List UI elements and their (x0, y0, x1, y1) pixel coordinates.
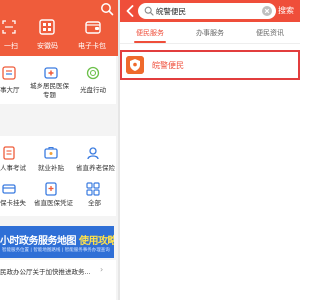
grid-label-medical-voucher: 省直医保凭证 (34, 199, 73, 207)
clear-icon[interactable] (262, 6, 272, 16)
search-result-item[interactable]: 皖警便民 (120, 50, 300, 80)
service-map-banner[interactable]: 小时政务服务地图 使用攻略 智能服务位置 | 智能地图路线 | 智能服务事务办理查… (0, 226, 114, 258)
subsidy-icon[interactable] (44, 146, 58, 160)
search-icon (144, 6, 154, 16)
plate-icon[interactable] (86, 66, 100, 80)
wallet-icon[interactable] (84, 18, 102, 36)
chevron-right-icon: › (100, 265, 104, 274)
police-badge-icon (126, 56, 144, 74)
active-tab-indicator (134, 41, 166, 43)
all-services-icon[interactable] (86, 182, 100, 196)
search-screen: 搜索 便民服务 办事服务 便民资讯 皖警便民 (120, 0, 300, 300)
tab-convenience-services[interactable]: 便民服务 (120, 28, 180, 38)
search-input[interactable] (156, 4, 256, 18)
grid-label-plate: 光盘行动 (80, 86, 106, 94)
card-loss-icon[interactable] (2, 182, 16, 196)
tab-convenience-news[interactable]: 便民资讯 (240, 28, 300, 38)
grid-label-card-loss: 保卡挂失 (0, 199, 26, 207)
banner-subtitle: 智能服务位置 | 智能地图路线 | 智能服务事务办理查询 (2, 248, 110, 253)
search-header: 搜索 (120, 0, 300, 22)
result-tabs: 便民服务 办事服务 便民资讯 (120, 22, 300, 44)
home-header: 一扫 安徽码 电子卡包 (0, 0, 118, 56)
exam-icon[interactable] (2, 146, 16, 160)
scan-label: 一扫 (4, 42, 18, 50)
banner-title: 小时政务服务地图 使用攻略 (0, 232, 114, 247)
back-arrow-icon[interactable] (124, 4, 136, 18)
medical-insurance-icon[interactable] (44, 66, 58, 80)
grid-label-pension: 省直养老保险 (76, 164, 115, 172)
grid-label-all: 全部 (88, 199, 101, 207)
service-grid-bottom: 人事考试 就业补贴 省直养老保险 保卡挂失 省直医保凭证 全部 (0, 136, 116, 216)
grid-label-medical: 城乡居民医保 专题 (30, 82, 69, 99)
search-result-label: 皖警便民 (152, 61, 184, 70)
anhui-code-icon[interactable] (38, 18, 56, 36)
grid-label-exam: 人事考试 (0, 164, 26, 172)
service-grid-top: 事大厅 城乡居民医保 专题 光盘行动 (0, 56, 116, 104)
search-icon[interactable] (100, 2, 114, 16)
search-box[interactable] (138, 3, 276, 19)
banner-title-part-2: 政务服务地图 (19, 236, 77, 247)
news-text: 民政办公厅关于加快推进政务... (0, 268, 91, 276)
grid-label-hall: 事大厅 (0, 86, 20, 94)
tab-affairs-services[interactable]: 办事服务 (180, 28, 240, 38)
medical-voucher-icon[interactable] (44, 182, 58, 196)
hall-icon[interactable] (2, 66, 16, 80)
anhui-code-label: 安徽码 (37, 42, 58, 50)
scan-icon[interactable] (2, 20, 16, 34)
banner-title-part-3: 使用攻略 (79, 236, 114, 247)
news-item[interactable]: 民政办公厅关于加快推进政务... › (0, 260, 116, 300)
banner-title-part-1: 小时 (0, 236, 20, 247)
search-button[interactable]: 搜索 (278, 5, 294, 16)
grid-label-subsidy: 就业补贴 (38, 164, 64, 172)
pension-icon[interactable] (86, 146, 100, 160)
home-screen: 一扫 安徽码 电子卡包 事大厅 城乡居民医保 专题 光盘行动 人事考试 就业补贴… (0, 0, 118, 300)
wallet-label: 电子卡包 (78, 42, 106, 50)
